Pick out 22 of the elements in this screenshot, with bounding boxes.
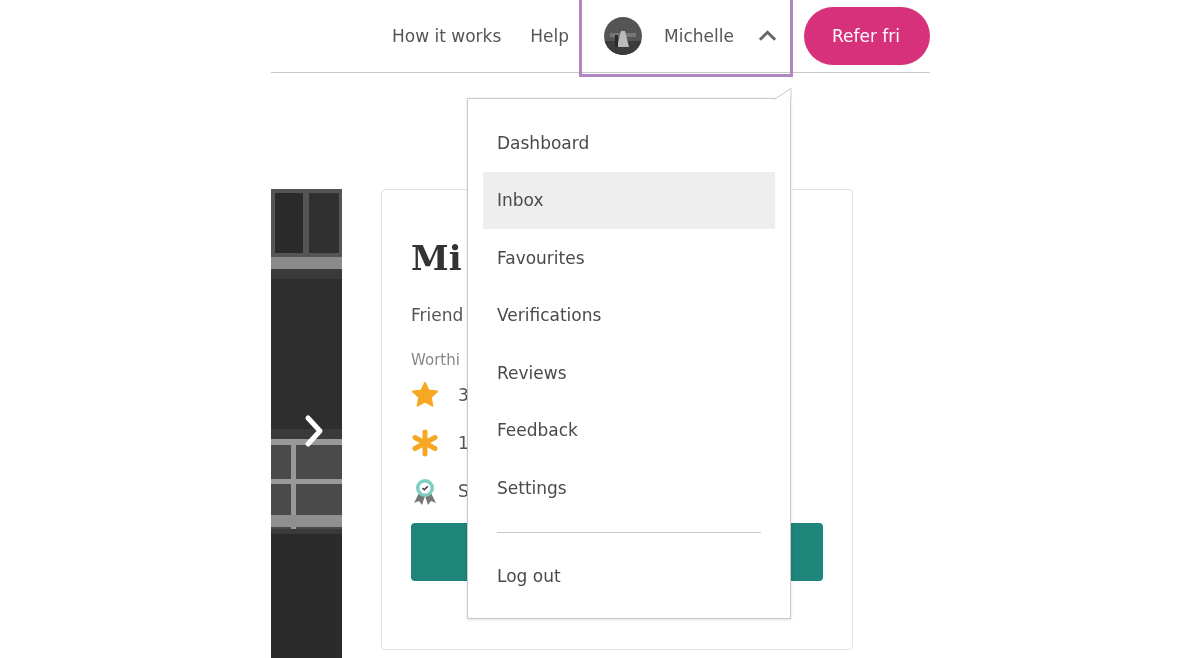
menu-item[interactable]: Reviews xyxy=(483,344,775,402)
menu-item[interactable]: Inbox xyxy=(483,171,775,229)
menu-item[interactable]: Verifications xyxy=(483,286,775,344)
profile-name: Mi xyxy=(411,237,462,280)
stat-value: 1 xyxy=(458,433,469,453)
nav-link[interactable]: Help xyxy=(530,26,570,46)
menu-item[interactable]: Favourites xyxy=(483,229,775,287)
menu-item[interactable]: Log out xyxy=(483,547,775,605)
nav-link[interactable]: How it works xyxy=(392,26,502,46)
menu-item[interactable]: Settings xyxy=(483,459,775,517)
profile-subtitle: Friend xyxy=(411,304,464,327)
user-menu-button[interactable]: Michelle xyxy=(579,0,793,77)
refer-button[interactable]: Refer fri xyxy=(803,7,930,65)
profile-location: Worthi xyxy=(411,350,460,371)
menu-item[interactable]: Dashboard xyxy=(483,114,775,172)
star-icon xyxy=(411,381,439,409)
caret-icon xyxy=(758,30,778,42)
menu-item[interactable]: Feedback xyxy=(483,401,775,459)
award-ribbon-icon xyxy=(411,477,439,505)
stat-value: 3 xyxy=(458,385,469,405)
chevron-right-icon[interactable] xyxy=(303,414,325,448)
asterisk-icon xyxy=(411,429,439,457)
